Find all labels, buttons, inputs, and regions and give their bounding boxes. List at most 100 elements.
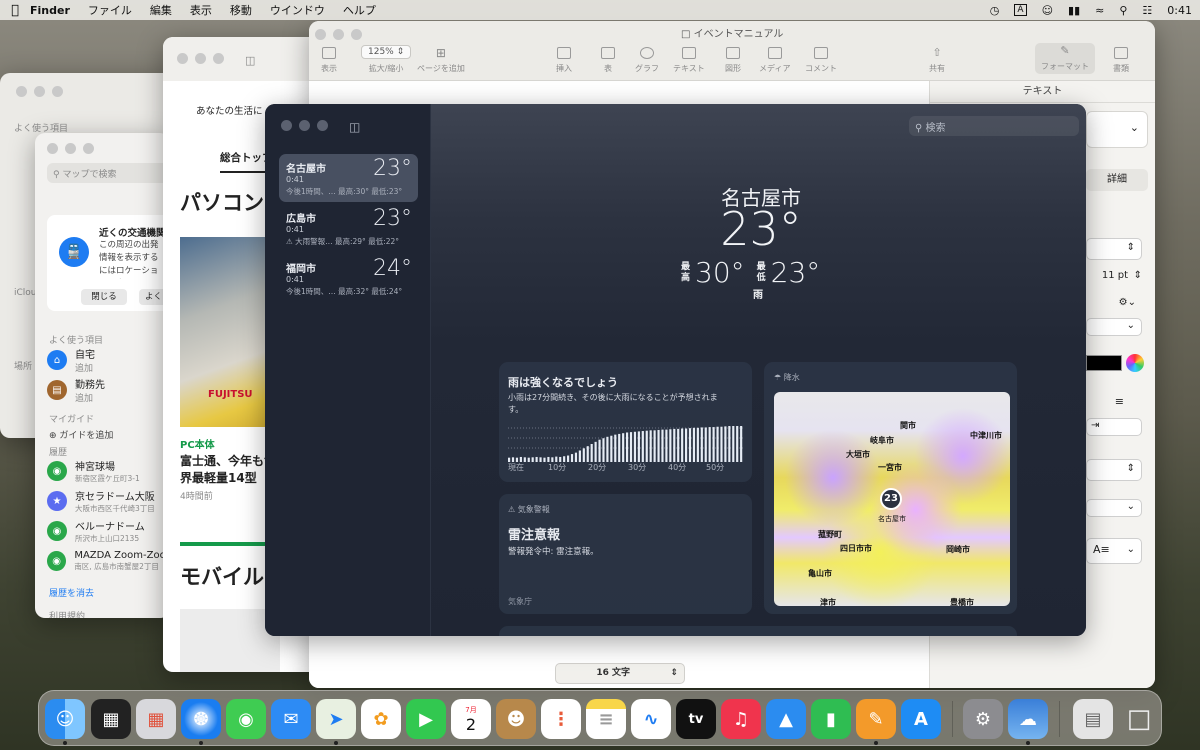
toolbar-add-page[interactable]: ⊞ ページを追加	[417, 47, 465, 74]
app-store-icon[interactable]: A	[901, 699, 941, 739]
clock[interactable]: 0:41	[1167, 4, 1192, 17]
menu-help[interactable]: ヘルプ	[343, 2, 376, 18]
toolbar-zoom[interactable]: 125% ⇕ 拡大/縮小	[361, 45, 412, 74]
maps-icon[interactable]: ➤	[316, 699, 356, 739]
align-justify-button[interactable]: ≡	[1086, 395, 1142, 413]
toolbar-format[interactable]: ✎ フォーマット	[1035, 43, 1095, 74]
star-icon: ★	[47, 491, 67, 511]
color-wheel-icon[interactable]	[1126, 354, 1144, 372]
city-item-fukuoka[interactable]: 福岡市 0:41 24° 今後1時間、… 最高:32° 最低:24°	[279, 254, 418, 302]
keynote-icon[interactable]: ▲	[766, 699, 806, 739]
spacing-popup[interactable]: ⇕	[1086, 459, 1142, 481]
sidebar-toggle-icon[interactable]: ◫	[349, 120, 360, 134]
toolbar-media[interactable]: メディア	[759, 47, 790, 74]
menu-window[interactable]: ウインドウ	[270, 2, 325, 18]
pages-icon[interactable]: ✎	[856, 699, 896, 739]
text-color-well[interactable]	[1086, 355, 1122, 371]
toolbar-share[interactable]: ⇧ 共有	[929, 47, 945, 74]
indent-control[interactable]: ⇥	[1086, 418, 1142, 436]
toolbar-table[interactable]: 表	[601, 47, 615, 74]
history-item[interactable]: ◉ ベルーナドーム 所沢市上山口2135	[47, 520, 170, 543]
toolbar-insert[interactable]: 挿入	[556, 47, 572, 74]
system-settings-icon[interactable]: ⚙	[963, 699, 1003, 739]
battery-icon[interactable]: ▮▮	[1068, 4, 1080, 17]
menu-app-name[interactable]: Finder	[30, 4, 70, 17]
finder-icon[interactable]: ☺	[45, 699, 85, 739]
time-machine-icon[interactable]: ◷	[990, 4, 1000, 17]
transit-close-button[interactable]: 閉じる	[81, 289, 127, 305]
bullets-popup[interactable]: ⌄	[1086, 499, 1142, 517]
location-badge[interactable]: 23	[880, 488, 902, 510]
rain-forecast-card[interactable]: 雨は強くなるでしょう 小雨は27分間続き、その後に大雨になることが予想されます。…	[499, 362, 752, 482]
chevron-down-icon: ⌄	[1129, 121, 1139, 134]
trash-icon[interactable]: □	[1119, 699, 1159, 739]
menu-view[interactable]: 表示	[190, 2, 212, 18]
weather-icon[interactable]: ☁	[1008, 699, 1048, 739]
photos-icon[interactable]: ✿	[361, 699, 401, 739]
freeform-icon[interactable]: ∿	[631, 699, 671, 739]
detail-button[interactable]: 詳細	[1086, 169, 1148, 191]
control-center-icon[interactable]: ☷	[1142, 4, 1152, 17]
map-label: 亀山市	[808, 569, 832, 578]
safari-icon[interactable]: ❂	[181, 699, 221, 739]
history-item[interactable]: ◉ 神宮球場 新宿区霞ケ丘町3-1	[47, 460, 170, 483]
font-family-popup[interactable]: ⇕	[1086, 238, 1142, 260]
sidebar-toggle-icon[interactable]: ◫	[245, 54, 255, 67]
messages-icon[interactable]: ◉	[226, 699, 266, 739]
menu-edit[interactable]: 編集	[150, 2, 172, 18]
history-item[interactable]: ◉ MAZDA Zoom-Zoom 南区, 広島市南蟹屋2丁目	[47, 550, 170, 572]
drop-cap-popup[interactable]: A≡ ⌄	[1086, 538, 1142, 564]
numbers-icon[interactable]: ▮	[811, 699, 851, 739]
city-item-nagoya[interactable]: 名古屋市 0:41 23° 今後1時間、… 最高:30° 最低:23°	[279, 154, 418, 202]
spotlight-icon[interactable]: ⚲	[1119, 4, 1127, 17]
toolbar-share-label: 共有	[929, 64, 945, 73]
font-size-field[interactable]: 11 pt ⇕	[1086, 265, 1142, 287]
wifi-icon[interactable]: ≈	[1095, 4, 1104, 17]
zoom-value: 125%	[368, 47, 394, 57]
add-guide-button[interactable]: ⊕ ガイドを追加	[49, 428, 113, 441]
reminders-icon[interactable]: ⋮	[541, 699, 581, 739]
toolbar-document[interactable]: 書類	[1113, 47, 1129, 74]
toolbar-shape[interactable]: 図形	[725, 47, 741, 74]
launchpad-icon[interactable]: ▦	[136, 699, 176, 739]
map-label: 名古屋市	[878, 515, 906, 523]
toolbar-text[interactable]: テキスト	[673, 47, 705, 74]
character-style-popup[interactable]: ⌄	[1086, 318, 1142, 336]
contacts-icon[interactable]: ☻	[496, 699, 536, 739]
input-source-icon[interactable]: A	[1014, 4, 1027, 16]
maps-search-field[interactable]: ⚲ マップで検索	[47, 163, 170, 183]
toolbar-add-page-label: ページを追加	[417, 64, 465, 73]
clear-history-link[interactable]: 履歴を消去	[49, 586, 94, 599]
favorite-work[interactable]: ▤ 勤務先 追加	[47, 379, 105, 404]
paragraph-style-popup[interactable]: ⌄	[1086, 111, 1148, 148]
toolbar-comment[interactable]: コメント	[805, 47, 837, 74]
user-icon[interactable]: ☺	[1042, 4, 1053, 17]
word-count-popup[interactable]: 16 文字 ⇕	[555, 663, 685, 684]
briefcase-icon: ▤	[47, 380, 67, 400]
toolbar-view[interactable]: 表示	[321, 47, 337, 74]
toolbar-chart[interactable]: グラフ	[635, 47, 659, 74]
toolbar-format-label: フォーマット	[1041, 62, 1089, 71]
apple-menu-icon[interactable]: 	[0, 3, 30, 18]
facetime-icon[interactable]: ▶	[406, 699, 446, 739]
documents-stack-icon[interactable]: ▤	[1073, 699, 1113, 739]
notes-icon[interactable]: ≡	[586, 699, 626, 739]
precipitation-map-card[interactable]: ☂ 降水 関市 岐阜市 中津川市 大垣市 一宮市 23 名古屋市 菰野町 四日市…	[764, 362, 1017, 614]
tv-icon[interactable]: tv	[676, 699, 716, 739]
weather-alert-card[interactable]: ⚠ 気象警報 雷注意報 警報発令中: 雷注意報。 気象庁	[499, 494, 752, 614]
weather-search-field[interactable]: ⚲ 検索	[909, 116, 1079, 136]
text-options-button[interactable]: ⚙⌄	[1086, 293, 1142, 313]
music-icon[interactable]: ♫	[721, 699, 761, 739]
precipitation-map[interactable]: 関市 岐阜市 中津川市 大垣市 一宮市 23 名古屋市 菰野町 四日市市 岡崎市…	[774, 392, 1010, 606]
terms-link[interactable]: 利用規約	[49, 609, 85, 618]
low-label: 最低	[756, 261, 766, 283]
mission-control-icon[interactable]: ▦	[91, 699, 131, 739]
history-item-address: 新宿区霞ケ丘町3-1	[75, 474, 140, 483]
history-item[interactable]: ★ 京セラドーム大阪 大阪市西区千代崎3丁目	[47, 490, 170, 513]
mail-icon[interactable]: ✉	[271, 699, 311, 739]
menu-file[interactable]: ファイル	[88, 2, 132, 18]
city-item-hiroshima[interactable]: 広島市 0:41 23° ⚠ 大雨警報… 最高:29° 最低:22°	[279, 204, 418, 252]
favorite-home[interactable]: ⌂ 自宅 追加	[47, 349, 105, 374]
calendar-icon[interactable]: 7月 2	[451, 699, 491, 739]
menu-go[interactable]: 移動	[230, 2, 252, 18]
